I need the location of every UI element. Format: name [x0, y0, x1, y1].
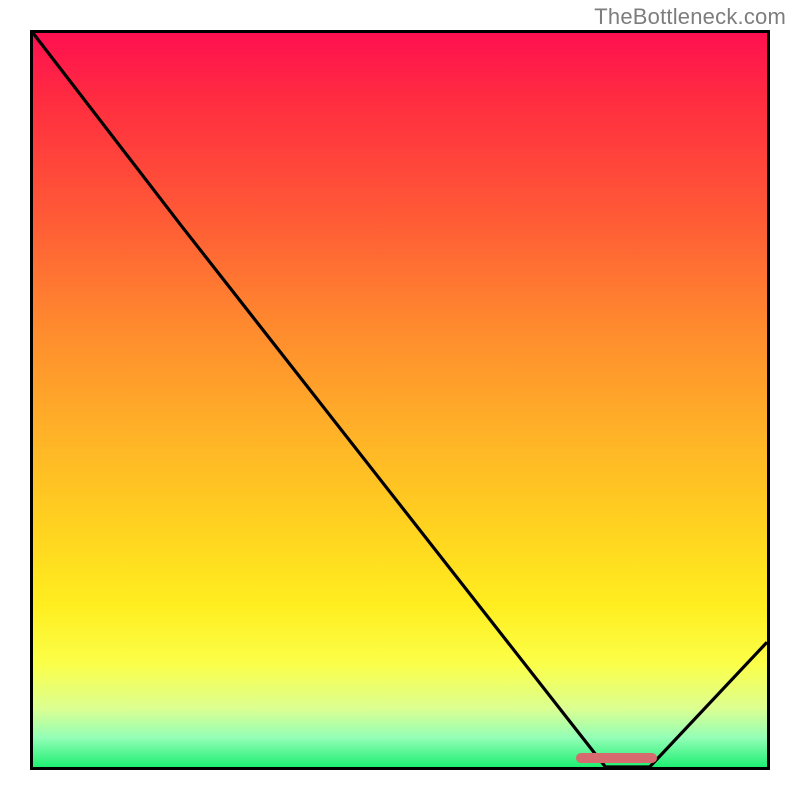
chart-container: TheBottleneck.com	[0, 0, 800, 800]
optimal-range-marker	[576, 753, 657, 763]
attribution-text: TheBottleneck.com	[594, 4, 786, 30]
plot-area	[30, 30, 770, 770]
curve-path	[33, 33, 767, 767]
line-curve	[33, 33, 767, 767]
